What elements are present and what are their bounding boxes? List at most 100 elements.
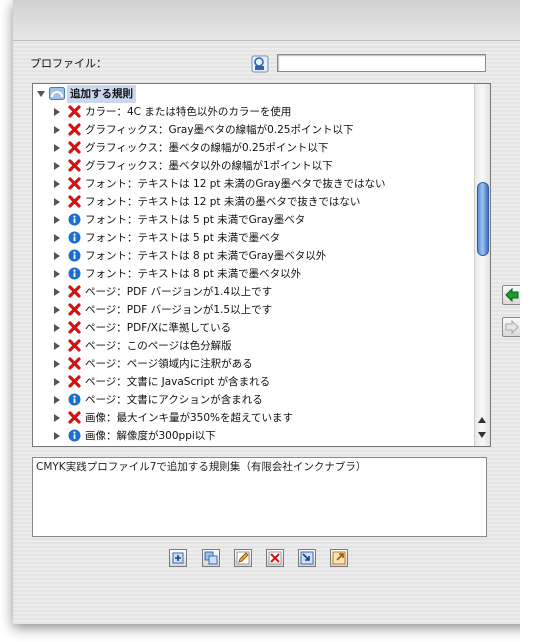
rule-label: フォント：テキストは 12 pt 未満の墨ベタで抜きではない (85, 196, 361, 208)
info-icon (68, 429, 81, 442)
expand-triangle-icon[interactable] (54, 126, 60, 134)
disclosure-triangle-icon[interactable] (37, 91, 45, 97)
rule-label: ページ：文書に JavaScript が含まれる (85, 376, 271, 388)
import-icon (300, 551, 314, 565)
info-icon (68, 231, 81, 244)
rule-row[interactable]: ページ：PDF/Xに準拠している (33, 319, 473, 337)
profile-name-field[interactable] (277, 54, 486, 72)
error-x-icon (68, 375, 81, 388)
rule-label: フォント：テキストは 8 pt 未満でGray墨ベタ以外 (85, 250, 327, 262)
rule-row[interactable]: ページ：PDF バージョンが1.5以上です (33, 301, 473, 319)
info-icon (68, 213, 81, 226)
add-arrow-left-icon (505, 287, 519, 303)
rule-label: ページ：このページは色分解版 (85, 340, 232, 352)
expand-triangle-icon[interactable] (54, 360, 60, 368)
rule-row[interactable]: ページ：このページは色分解版 (33, 337, 473, 355)
rule-row[interactable]: ページ：文書にアクションが含まれる (33, 391, 473, 409)
profile-label: プロファイル： (30, 57, 107, 70)
scroll-up-arrow-icon[interactable] (478, 417, 486, 423)
rule-row[interactable]: フォント：テキストは 5 pt 未満で墨ベタ (33, 229, 473, 247)
rule-label: グラフィックス：墨ベタ以外の線幅が1ポイント以下 (85, 160, 333, 172)
rule-row[interactable]: フォント：テキストは 8 pt 未満で墨ベタ以外 (33, 265, 473, 283)
expand-triangle-icon[interactable] (54, 414, 60, 422)
expand-triangle-icon[interactable] (54, 144, 60, 152)
rule-row[interactable]: フォント：テキストは 12 pt 未満のGray墨ベタで抜きではない (33, 175, 473, 193)
profile-description[interactable]: CMYK実践プロファイル7で追加する規則集（有限会社インクナブラ） (32, 457, 487, 537)
rule-row[interactable]: 画像：解像度が300ppi以下 (33, 427, 473, 445)
error-x-icon (68, 105, 81, 118)
error-x-icon (68, 123, 81, 136)
profile-select-icon[interactable] (251, 55, 269, 73)
rule-label: フォント：テキストは 5 pt 未満で墨ベタ (85, 232, 281, 244)
expand-triangle-icon[interactable] (54, 252, 60, 260)
rule-label: ページ：PDF バージョンが1.4以上です (85, 286, 273, 298)
rule-label: ページ：ページ領域内に注釈がある (85, 358, 253, 370)
rule-row[interactable]: フォント：テキストは 5 pt 未満でGray墨ベタ (33, 211, 473, 229)
error-x-icon (68, 195, 81, 208)
rule-row[interactable]: ページ：ページ領域内に注釈がある (33, 355, 473, 373)
rule-label: 画像：解像度が300ppi以下 (85, 430, 216, 442)
delete-rule-button[interactable] (266, 549, 284, 567)
expand-triangle-icon[interactable] (54, 162, 60, 170)
rule-label: ページ：文書にアクションが含まれる (85, 394, 263, 406)
expand-triangle-icon[interactable] (54, 234, 60, 242)
expand-triangle-icon[interactable] (54, 342, 60, 350)
rule-row[interactable]: カラー：4C または特色以外のカラーを使用 (33, 103, 473, 121)
scroll-down-arrow-icon[interactable] (478, 432, 486, 438)
rule-label: フォント：テキストは 8 pt 未満で墨ベタ以外 (85, 268, 302, 280)
rule-label: 画像：最大インキ量が350%を超えています (85, 412, 293, 424)
import-rule-button[interactable] (298, 549, 316, 567)
rule-row[interactable]: フォント：テキストは 8 pt 未満でGray墨ベタ以外 (33, 247, 473, 265)
window-edge (520, 0, 533, 642)
remove-rule-arrow-button[interactable] (502, 317, 522, 337)
edit-icon (236, 551, 250, 565)
rules-tree[interactable]: 追加する規則 カラー：4C または特色以外のカラーを使用グラフィックス：Gray… (32, 83, 491, 447)
expand-triangle-icon[interactable] (54, 306, 60, 314)
expand-triangle-icon[interactable] (54, 324, 60, 332)
duplicate-rule-button[interactable] (202, 549, 220, 567)
expand-triangle-icon[interactable] (54, 270, 60, 278)
rule-folder-icon (49, 86, 65, 101)
rule-row[interactable]: ページ：文書に JavaScript が含まれる (33, 373, 473, 391)
export-icon (332, 551, 346, 565)
info-icon (68, 249, 81, 262)
rule-label: ページ：PDF/Xに準拠している (85, 322, 232, 334)
rule-row[interactable]: グラフィックス：Gray墨ベタの線幅が0.25ポイント以下 (33, 121, 473, 139)
new-rule-icon (172, 552, 184, 564)
tree-scrollbar[interactable] (474, 84, 490, 446)
edit-rule-button[interactable] (234, 549, 252, 567)
rule-row[interactable]: グラフィックス：墨ベタの線幅が0.25ポイント以下 (33, 139, 473, 157)
export-rule-button[interactable] (330, 549, 348, 567)
error-x-icon (68, 339, 81, 352)
expand-triangle-icon[interactable] (54, 198, 60, 206)
new-rule-button[interactable] (169, 549, 187, 567)
rule-row[interactable]: ページ：PDF バージョンが1.4以上です (33, 283, 473, 301)
error-x-icon (68, 177, 81, 190)
expand-triangle-icon[interactable] (54, 396, 60, 404)
error-x-icon (68, 411, 81, 424)
expand-triangle-icon[interactable] (54, 378, 60, 386)
error-x-icon (68, 357, 81, 370)
window-top-bar (13, 0, 533, 41)
rule-label: グラフィックス：Gray墨ベタの線幅が0.25ポイント以下 (85, 124, 354, 136)
expand-triangle-icon[interactable] (54, 216, 60, 224)
expand-triangle-icon[interactable] (54, 180, 60, 188)
rule-label: カラー：4C または特色以外のカラーを使用 (85, 106, 292, 118)
rule-label: グラフィックス：墨ベタの線幅が0.25ポイント以下 (85, 142, 329, 154)
add-rule-arrow-button[interactable] (502, 285, 522, 305)
rule-row[interactable]: 画像：最大インキ量が350%を超えています (33, 409, 473, 427)
expand-triangle-icon[interactable] (54, 288, 60, 296)
expand-triangle-icon[interactable] (54, 108, 60, 116)
scrollbar-thumb[interactable] (477, 182, 489, 256)
error-x-icon (68, 285, 81, 298)
info-icon (68, 393, 81, 406)
tree-root-row[interactable]: 追加する規則 (33, 85, 473, 103)
rule-row[interactable]: グラフィックス：墨ベタ以外の線幅が1ポイント以下 (33, 157, 473, 175)
rule-label: フォント：テキストは 12 pt 未満のGray墨ベタで抜きではない (85, 178, 386, 190)
preflight-window: プロファイル： 追加する規則 カラー：4C または特色以外のカラーを使用グラフィ… (13, 0, 533, 624)
delete-icon (268, 551, 282, 565)
rule-row[interactable]: フォント：テキストは 12 pt 未満の墨ベタで抜きではない (33, 193, 473, 211)
error-x-icon (68, 141, 81, 154)
remove-arrow-right-icon (505, 319, 519, 335)
expand-triangle-icon[interactable] (54, 432, 60, 440)
